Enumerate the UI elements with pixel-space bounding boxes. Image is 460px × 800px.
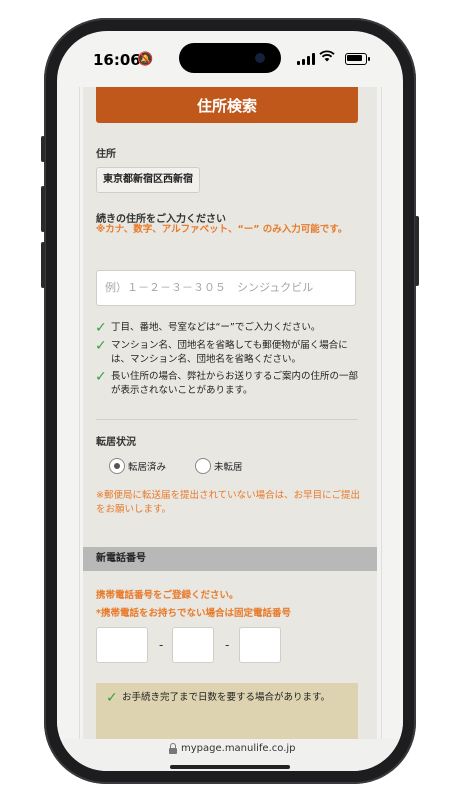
list-item: ✓ 長い住所の場合、弊社からお送りするご案内の住所の一部が表示されないことがあり… xyxy=(95,369,359,397)
moving-status-label: 転居状況 xyxy=(96,437,136,448)
list-item: ✓ マンション名、団地名を省略しても郵便物が届く場合には、マンション名、団地名を… xyxy=(95,338,348,366)
wifi-icon xyxy=(319,48,335,66)
dynamic-island xyxy=(179,43,281,73)
volume-down-button xyxy=(41,242,45,288)
lock-icon xyxy=(169,743,177,754)
radio-selected-icon[interactable] xyxy=(109,458,125,474)
check-icon: ✓ xyxy=(95,369,107,385)
address-notes: ✓ 丁目、番地、号室などは“ー”でご入力ください。 ✓ マンション名、団地名を省… xyxy=(95,321,365,401)
divider xyxy=(381,87,382,739)
battery-icon xyxy=(345,53,370,65)
web-content[interactable]: 住所検索 住所 東京都新宿区西新宿 続きの住所をご入力ください ※カナ、数字、ア… xyxy=(57,87,403,739)
address-label: 住所 xyxy=(96,149,116,160)
signal-icon xyxy=(297,53,315,65)
phone-subscriber-input[interactable] xyxy=(239,627,281,663)
address-search-button[interactable]: 住所検索 xyxy=(96,87,358,123)
phone-section-header: 新電話番号 xyxy=(83,547,377,571)
radio-not-moved[interactable]: 未転居 xyxy=(195,458,243,474)
browser-address-bar[interactable]: mypage.manulife.co.jp xyxy=(57,739,403,771)
action-button xyxy=(41,136,45,162)
camera-icon xyxy=(255,53,265,63)
check-icon: ✓ xyxy=(95,320,107,336)
url-text[interactable]: mypage.manulife.co.jp xyxy=(181,743,296,754)
list-item: ✓ お手続き完了まで日数を要する場合があります。 xyxy=(106,690,331,706)
info-box: ✓ お手続き完了まで日数を要する場合があります。 xyxy=(96,683,358,739)
home-indicator[interactable] xyxy=(170,765,290,769)
power-button xyxy=(415,216,419,286)
bell-slash-icon: 🔕 xyxy=(137,52,154,67)
input-restriction-note: ※カナ、数字、アルファベット、“ー” のみ入力可能です。 xyxy=(96,224,348,235)
check-icon: ✓ xyxy=(106,690,118,706)
radio-empty-icon[interactable] xyxy=(195,458,211,474)
radio-moved[interactable]: 転居済み xyxy=(109,458,166,474)
check-icon: ✓ xyxy=(95,338,107,354)
list-item: ✓ 丁目、番地、号室などは“ー”でご入力ください。 xyxy=(95,320,321,336)
divider xyxy=(79,87,80,739)
phone-instruction: 携帯電話番号をご登録ください。 xyxy=(96,590,239,601)
phone-separator: - xyxy=(159,638,164,652)
phone-exchange-input[interactable] xyxy=(172,627,214,663)
phone-screen: 16:06 🔕 住所検索 住所 東京都新宿区西新宿 続きの住所をご入力ください … xyxy=(57,31,403,771)
phone-sub-instruction: *携帯電話をお持ちでない場合は固定電話番号 xyxy=(96,608,291,619)
prefecture-value: 東京都新宿区西新宿 xyxy=(96,167,200,193)
phone-area-code-input[interactable] xyxy=(96,627,148,663)
divider xyxy=(96,419,358,420)
moving-note: ※郵便局に転送届を提出されていない場合は、お早目にご提出をお願いします。 xyxy=(96,490,360,515)
status-time: 16:06 xyxy=(93,51,141,69)
phone-separator: - xyxy=(225,638,230,652)
address-input[interactable]: 例）１－２－３－３０５ シンジュクビル xyxy=(96,270,356,306)
form-panel: 住所検索 住所 東京都新宿区西新宿 続きの住所をご入力ください ※カナ、数字、ア… xyxy=(83,87,377,739)
volume-up-button xyxy=(41,186,45,232)
